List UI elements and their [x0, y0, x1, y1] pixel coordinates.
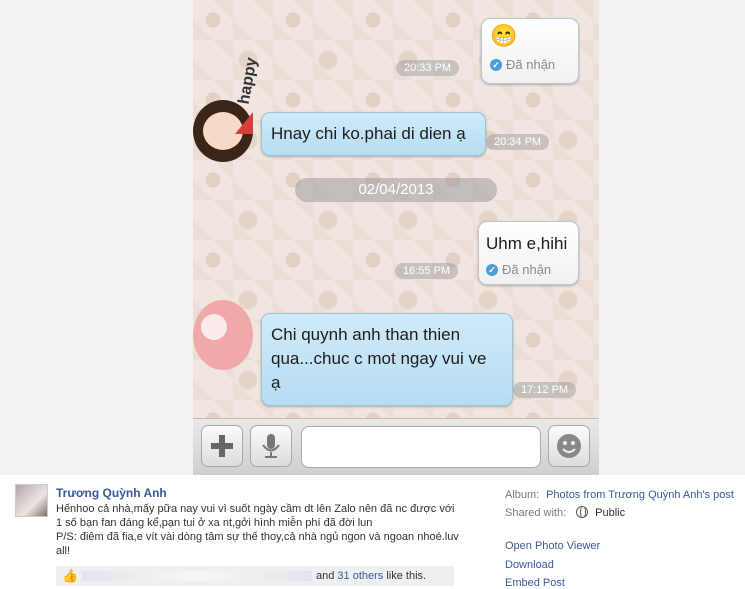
plus-icon [211, 435, 233, 457]
message-line-3: ạ [271, 373, 281, 392]
globe-icon [576, 506, 589, 518]
message-time: 16:55 PM [395, 263, 459, 279]
add-button[interactable] [201, 425, 243, 467]
shared-row: Shared with: Public [505, 504, 734, 522]
message-line-2: qua...chuc c mot ngay vui ve [271, 349, 487, 368]
message-time: 17:12 PM [513, 382, 577, 398]
likes-bar: 👍 and 31 others like this. [56, 566, 454, 586]
status-label: Đã nhận [506, 57, 556, 72]
chat-screenshot: 😁 ✓ Đã nhận 20:33 PM happy Hnay chi ko.p… [193, 0, 599, 475]
author-avatar[interactable] [15, 484, 48, 517]
message-bubble-sent: 😁 ✓ Đã nhận [481, 18, 579, 84]
caption-line: all! [56, 545, 71, 557]
emoji-button[interactable] [548, 425, 590, 467]
photo-meta: Album: Photos from Trương Quỳnh Anh's po… [505, 486, 734, 522]
voice-button[interactable] [250, 425, 292, 467]
album-row: Album: Photos from Trương Quỳnh Anh's po… [505, 486, 734, 504]
author-name[interactable]: Trương Quỳnh Anh [56, 486, 167, 500]
caption-line: Hếnhoo cả nhà,mấy pữa nay vui vì suốt ng… [56, 503, 455, 515]
date-separator: 02/04/2013 [295, 178, 497, 202]
privacy-value[interactable]: Public [595, 507, 625, 519]
message-bubble-sent: Uhm e,hihi ✓ Đã nhận [478, 221, 579, 285]
delivered-check-icon: ✓ [490, 58, 502, 71]
message-time: 20:34 PM [486, 134, 550, 150]
chat-input-toolbar [193, 418, 599, 475]
likes-and: and [316, 570, 335, 582]
status-label: Đã nhận [502, 262, 552, 277]
sticker-text: happy [235, 56, 261, 106]
caption-line: 1 số bạn fan đáng kể,pạn tui ở xa nt,gởi… [56, 517, 373, 529]
blurred-names [82, 571, 312, 581]
message-status: ✓ Đã nhận [490, 57, 555, 72]
microphone-icon [262, 434, 280, 458]
message-bubble-received: Chi quynh anh than thien qua...chuc c mo… [261, 313, 513, 406]
message-emoji: 😁 [490, 23, 518, 48]
message-text: Uhm e,hihi [486, 234, 568, 253]
message-time: 20:33 PM [396, 60, 460, 76]
heart-sticker-icon [201, 314, 227, 340]
likes-others-link[interactable]: 31 others [337, 570, 383, 582]
likes-suffix: like this. [386, 570, 427, 582]
emoji-icon [557, 434, 581, 458]
photo-viewer-stage: 😁 ✓ Đã nhận 20:33 PM happy Hnay chi ko.p… [0, 0, 745, 475]
message-status: ✓ Đã nhận [486, 262, 551, 277]
download-link[interactable]: Download [505, 559, 554, 571]
album-label: Album: [505, 489, 540, 501]
thumbs-up-icon: 👍 [62, 568, 79, 583]
message-text: Hnay chi ko.phai di dien ạ [271, 124, 466, 143]
open-photo-viewer-link[interactable]: Open Photo Viewer [505, 540, 600, 552]
message-line-1: Chi quynh anh than thien [271, 325, 461, 344]
embed-post-link[interactable]: Embed Post [505, 577, 565, 589]
party-hat-icon [235, 112, 253, 134]
delivered-check-icon: ✓ [486, 263, 498, 276]
message-bubble-received: Hnay chi ko.phai di dien ạ [261, 112, 486, 156]
message-input[interactable] [301, 426, 541, 468]
post-caption: Hếnhoo cả nhà,mấy pữa nay vui vì suốt ng… [56, 502, 466, 558]
caption-line: P/S: điêm đã fia,e vít vài dòng tâm sự t… [56, 531, 459, 543]
album-link[interactable]: Photos from Trương Quỳnh Anh's post [546, 489, 734, 501]
likes-text: and 31 others like this. [316, 566, 426, 586]
shared-label: Shared with: [505, 507, 567, 519]
